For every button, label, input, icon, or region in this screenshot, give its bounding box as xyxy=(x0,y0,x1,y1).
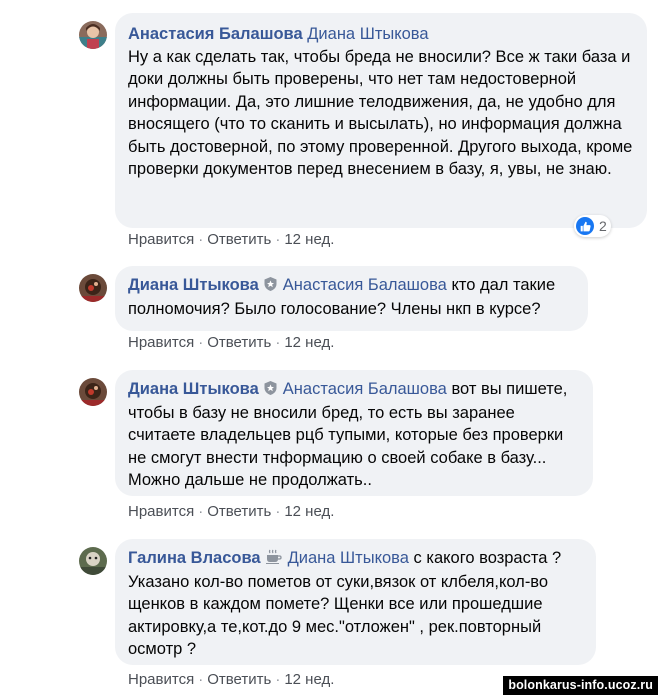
separator: · xyxy=(198,503,204,520)
comment-actions: Нравится · Ответить · 12 нед. xyxy=(128,671,334,688)
coffee-badge-icon xyxy=(265,548,282,571)
timestamp-link[interactable]: 12 нед. xyxy=(284,334,334,351)
like-link[interactable]: Нравится xyxy=(128,334,194,351)
comment-author[interactable]: Галина Власова xyxy=(128,549,261,567)
reaction-summary[interactable]: 2 xyxy=(574,215,611,237)
comment-bubble: Галина Власова Диана Штыкова с какого воз… xyxy=(115,539,596,665)
comment-bubble: Анастасия Балашова Диана Штыкова Ну а ка… xyxy=(115,13,647,228)
top-fan-badge-icon xyxy=(264,379,277,402)
comment-author[interactable]: Диана Штыкова xyxy=(128,380,259,398)
comment-actions: Нравится · Ответить · 12 нед. xyxy=(128,334,334,351)
comment-text: Ну а как сделать так, чтобы бреда не вно… xyxy=(128,47,633,179)
reply-link[interactable]: Ответить xyxy=(207,231,271,248)
separator: · xyxy=(275,334,281,351)
comment-bubble: Диана Штыкова Анастасия Балашова кто дал … xyxy=(115,266,588,331)
comment-author[interactable]: Анастасия Балашова xyxy=(128,25,303,43)
reply-link[interactable]: Ответить xyxy=(207,671,271,688)
separator: · xyxy=(275,503,281,520)
reaction-count: 2 xyxy=(599,218,607,234)
comment-mention[interactable]: Диана Штыкова xyxy=(307,25,428,43)
like-reaction-icon xyxy=(576,217,594,235)
comment-author[interactable]: Диана Штыкова xyxy=(128,276,259,294)
like-link[interactable]: Нравится xyxy=(128,671,194,688)
separator: · xyxy=(198,671,204,688)
avatar[interactable] xyxy=(79,274,107,302)
comment-bubble: Диана Штыкова Анастасия Балашова вот вы п… xyxy=(115,370,593,496)
comment-mention[interactable]: Анастасия Балашова xyxy=(283,276,447,294)
separator: · xyxy=(198,334,204,351)
separator: · xyxy=(275,671,281,688)
comment-actions: Нравится · Ответить · 12 нед. xyxy=(128,231,334,248)
like-link[interactable]: Нравится xyxy=(128,503,194,520)
reply-link[interactable]: Ответить xyxy=(207,503,271,520)
reply-link[interactable]: Ответить xyxy=(207,334,271,351)
separator: · xyxy=(275,231,281,248)
top-fan-badge-icon xyxy=(264,275,277,298)
like-link[interactable]: Нравится xyxy=(128,231,194,248)
comment-mention[interactable]: Анастасия Балашова xyxy=(283,380,447,398)
site-watermark: bolonkarus-info.ucoz.ru xyxy=(503,676,658,695)
timestamp-link[interactable]: 12 нед. xyxy=(284,503,334,520)
avatar[interactable] xyxy=(79,21,107,49)
comment-mention[interactable]: Диана Штыкова xyxy=(288,549,409,567)
timestamp-link[interactable]: 12 нед. xyxy=(284,671,334,688)
avatar[interactable] xyxy=(79,378,107,406)
timestamp-link[interactable]: 12 нед. xyxy=(284,231,334,248)
avatar[interactable] xyxy=(79,547,107,575)
separator: · xyxy=(198,231,204,248)
comment-actions: Нравится · Ответить · 12 нед. xyxy=(128,503,334,520)
